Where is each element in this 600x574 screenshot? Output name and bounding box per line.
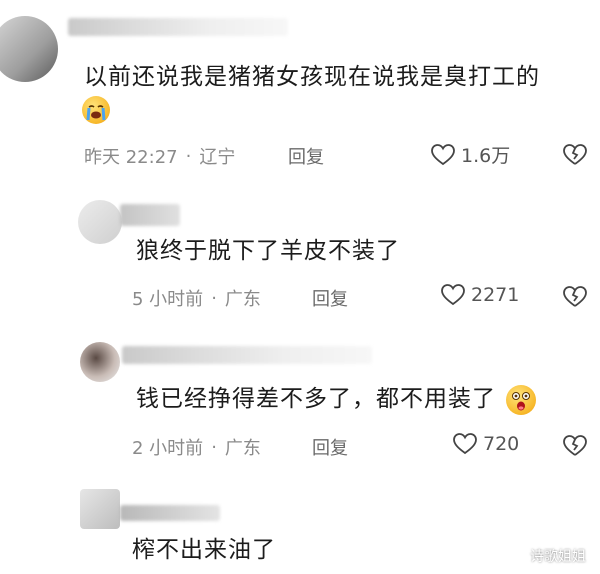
like-button[interactable]: 1.6万 <box>430 141 510 168</box>
comment-text: 钱已经挣得差不多了，都不用装了 <box>136 382 537 416</box>
comment-location: 广东 <box>224 289 261 310</box>
like-count: 2271 <box>471 284 520 306</box>
avatar[interactable] <box>78 200 122 244</box>
comment-item: 狼终于脱下了羊皮不装了 5 小时前 · 广东 回复 2271 <box>0 190 600 330</box>
broken-heart-icon[interactable] <box>562 143 588 167</box>
watermark: 诗歌姐姐 <box>510 546 586 566</box>
comment-text: 榨不出来油了 <box>132 537 276 563</box>
like-button[interactable]: 720 <box>452 432 519 456</box>
heart-icon <box>431 143 455 165</box>
comment-time: 2 小时前 <box>132 438 204 459</box>
like-button[interactable]: 2271 <box>440 283 519 307</box>
loudly-crying-face-icon <box>82 96 110 124</box>
heart-icon <box>441 284 465 306</box>
like-count: 1.6万 <box>461 145 511 167</box>
comment-meta: 2 小时前 · 广东 <box>132 434 261 460</box>
username-blurred[interactable] <box>122 346 372 364</box>
separator: · <box>185 145 192 167</box>
reply-button[interactable]: 回复 <box>312 285 348 311</box>
watermark-logo-icon <box>510 548 526 564</box>
comment-item: 以前还说我是猪猪女孩现在说我是臭打工的 昨天 22:27 · 辽宁 回复 1.6… <box>0 0 600 190</box>
username-blurred[interactable] <box>120 505 220 521</box>
separator: · <box>211 436 217 458</box>
like-count: 720 <box>483 433 520 455</box>
watermark-text: 诗歌姐姐 <box>530 549 586 565</box>
avatar[interactable] <box>0 16 58 82</box>
broken-heart-icon[interactable] <box>562 434 588 458</box>
comment-time: 昨天 22:27 <box>84 147 178 168</box>
separator: · <box>211 287 217 309</box>
comment-text: 狼终于脱下了羊皮不装了 <box>136 238 400 264</box>
heart-icon <box>453 433 477 455</box>
reply-button[interactable]: 回复 <box>288 143 324 169</box>
username-blurred[interactable] <box>68 18 288 36</box>
comment-text: 以前还说我是猪猪女孩现在说我是臭打工的 <box>84 64 540 90</box>
reply-button[interactable]: 回复 <box>312 434 348 460</box>
comment-time: 5 小时前 <box>132 289 204 310</box>
comment-location: 辽宁 <box>199 147 236 168</box>
comment-location: 广东 <box>224 438 261 459</box>
comment-meta: 5 小时前 · 广东 <box>132 285 261 311</box>
comment-meta: 昨天 22:27 · 辽宁 <box>84 143 235 169</box>
surprised-face-icon <box>506 384 537 415</box>
avatar[interactable] <box>80 489 120 529</box>
avatar[interactable] <box>80 342 120 382</box>
broken-heart-icon[interactable] <box>562 285 588 309</box>
comment-item: 钱已经挣得差不多了，都不用装了 2 小时前 · 广东 回复 720 <box>0 330 600 475</box>
username-blurred[interactable] <box>120 204 180 226</box>
